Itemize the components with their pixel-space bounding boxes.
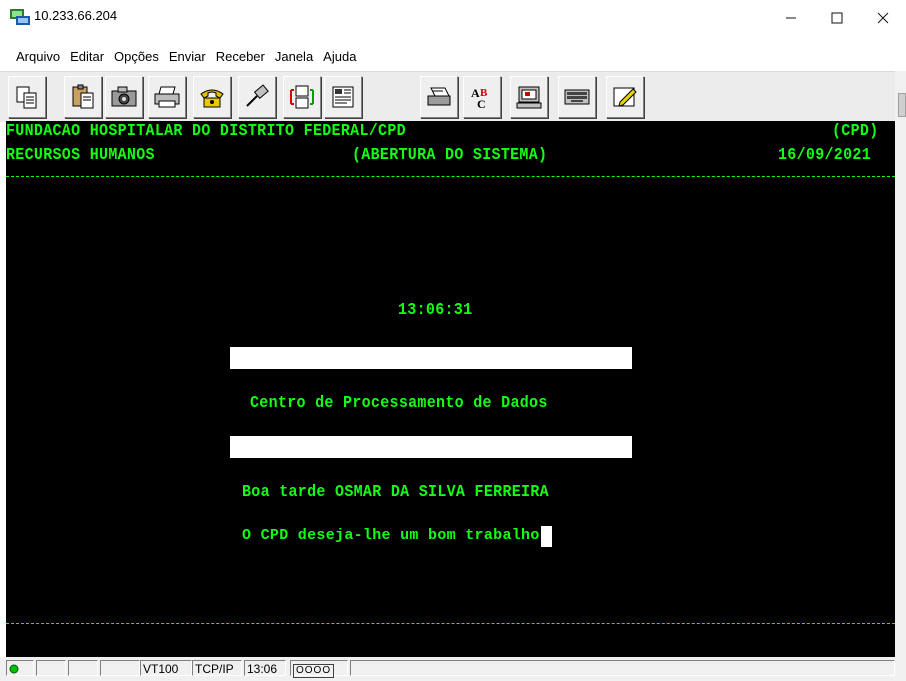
header-system-code: (CPD)	[832, 122, 879, 141]
top-separator	[6, 176, 895, 177]
minimize-button[interactable]	[768, 0, 814, 36]
print-screen-icon	[427, 87, 451, 106]
edit-button[interactable]	[606, 76, 644, 118]
close-button[interactable]	[860, 0, 906, 36]
led-indicators: OOOO	[293, 664, 335, 678]
title-bar: 10.233.66.204	[0, 0, 906, 36]
disconnect-button[interactable]	[238, 76, 276, 118]
paste-icon	[72, 84, 94, 109]
menu-receber[interactable]: Receber	[211, 47, 270, 67]
status-message	[350, 660, 895, 676]
message-line: O CPD deseja-lhe um bom trabalho	[242, 526, 552, 547]
print-button[interactable]	[148, 76, 186, 118]
text-cursor	[540, 526, 552, 547]
banner-bar-bottom	[230, 436, 632, 458]
close-icon	[877, 12, 889, 24]
status-cell-empty-1	[36, 660, 66, 676]
print-screen-button[interactable]	[420, 76, 458, 118]
keyboard-icon	[564, 89, 590, 105]
camera-icon	[111, 86, 137, 107]
paste-button[interactable]	[64, 76, 102, 118]
bottom-separator	[6, 623, 895, 624]
right-scroll-strip	[895, 71, 906, 681]
menu-ajuda[interactable]: Ajuda	[318, 47, 361, 67]
header-institution: FUNDACAO HOSPITALAR DO DISTRITO FEDERAL/…	[6, 122, 406, 141]
connection-status	[6, 660, 34, 676]
scroll-grip[interactable]	[898, 93, 906, 117]
protocol: TCP/IP	[192, 660, 242, 676]
menu-editar[interactable]: Editar	[65, 47, 109, 67]
layout-button[interactable]	[324, 76, 362, 118]
capture-button[interactable]	[105, 76, 143, 118]
transfer-icon	[290, 85, 314, 109]
svg-text:C: C	[477, 97, 486, 110]
terminal-button[interactable]	[510, 76, 548, 118]
center-title: Centro de Processamento de Dados	[250, 394, 548, 413]
clock: 13:06:31	[398, 301, 473, 320]
terminal-app-icon	[10, 9, 30, 25]
header-date: 16/09/2021	[778, 146, 872, 165]
status-bar: VT100 TCP/IP 13:06 OOOO	[0, 657, 895, 681]
status-indicator: OOOO	[290, 660, 348, 678]
keyboard-button[interactable]	[558, 76, 596, 118]
menu-janela[interactable]: Janela	[270, 47, 318, 67]
dial-button[interactable]	[193, 76, 231, 118]
message: O CPD deseja-lhe um bom trabalho	[242, 527, 540, 544]
greeting: Boa tarde OSMAR DA SILVA FERREIRA	[242, 483, 549, 502]
status-cell-empty-3	[100, 660, 140, 676]
window-title: 10.233.66.204	[34, 8, 118, 23]
connection-led-icon	[9, 664, 19, 674]
terminal-screen[interactable]: FUNDACAO HOSPITALAR DO DISTRITO FEDERAL/…	[6, 121, 895, 657]
copy-button[interactable]	[8, 76, 46, 118]
status-cell-empty-2	[68, 660, 98, 676]
transfer-button[interactable]	[283, 76, 321, 118]
banner-bar-top	[230, 347, 632, 369]
layout-icon	[332, 86, 354, 108]
maximize-icon	[831, 12, 843, 24]
disconnect-icon	[246, 84, 269, 107]
header-department: RECURSOS HUMANOS	[6, 146, 155, 165]
edit-icon	[613, 87, 637, 107]
spellcheck-icon: A B C	[471, 86, 488, 110]
menu-enviar[interactable]: Enviar	[164, 47, 211, 67]
phone-icon	[200, 89, 224, 108]
maximize-button[interactable]	[814, 0, 860, 36]
minimize-icon	[786, 17, 796, 19]
spellcheck-button[interactable]: A B C	[463, 76, 501, 118]
copy-icon	[16, 86, 37, 109]
print-icon	[154, 86, 180, 108]
menu-arquivo[interactable]: Arquivo	[0, 47, 65, 67]
menu-bar: Arquivo Editar Opções Enviar Receber Jan…	[0, 47, 906, 67]
terminal-type: VT100	[140, 660, 192, 676]
menu-opcoes[interactable]: Opções	[109, 47, 164, 67]
computer-icon	[516, 86, 542, 109]
toolbar: A B C	[0, 71, 906, 122]
status-time: 13:06	[244, 660, 286, 676]
header-screen-name: (ABERTURA DO SISTEMA)	[352, 146, 548, 165]
